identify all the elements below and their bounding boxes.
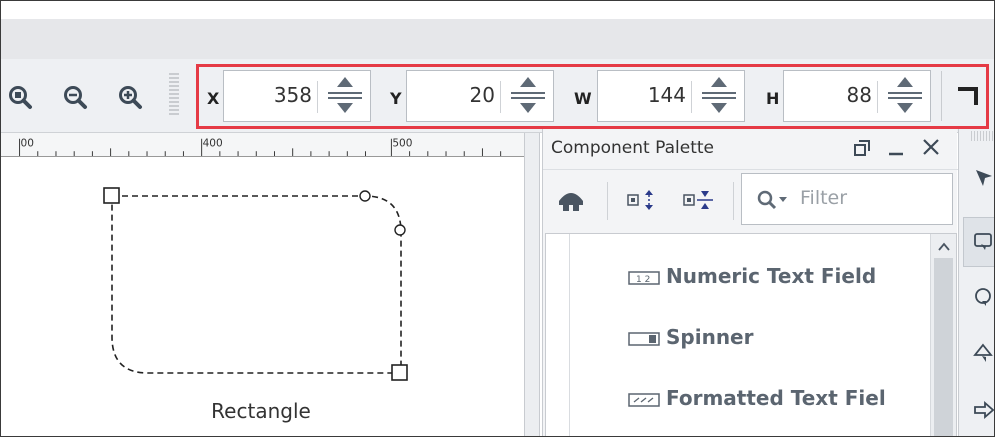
arrow-tool-icon[interactable] [973, 401, 995, 419]
list-item-label: Formatted Text Fiel [666, 386, 886, 410]
designer-window: X 358 Y 20 W 144 H 88 00 400 500 Rectang… [0, 0, 995, 437]
list-item-label: Numeric Text Field [666, 264, 877, 288]
formatted-text-field-icon [628, 393, 660, 407]
shape-caption: Rectangle [211, 399, 311, 423]
filter-placeholder: Filter [800, 187, 848, 209]
restore-icon[interactable] [853, 139, 871, 157]
zoom-fit-icon[interactable] [7, 84, 33, 110]
palette-header: Component Palette [543, 129, 958, 169]
svg-text:1 2: 1 2 [636, 275, 650, 285]
resize-handle-top-left[interactable] [103, 187, 120, 204]
panel-divider[interactable] [524, 133, 540, 436]
ellipse-tool-icon[interactable] [973, 287, 993, 307]
tool-strip [958, 129, 995, 436]
polygon-tool-icon[interactable] [973, 343, 993, 363]
corner-radius-handle[interactable] [359, 190, 371, 202]
close-icon[interactable] [921, 137, 941, 157]
component-list: 1 2 Numeric Text Field Spinner Formatted… [545, 233, 957, 436]
numeric-text-field-icon: 1 2 [628, 271, 660, 285]
minimize-icon[interactable] [887, 139, 905, 157]
spinner-icon [628, 332, 660, 346]
geometry-highlight [196, 64, 989, 129]
filter-input[interactable]: Filter [741, 173, 953, 225]
scroll-thumb[interactable] [934, 258, 953, 436]
list-item-label: Spinner [666, 325, 754, 349]
search-icon[interactable] [756, 189, 792, 211]
collapse-all-icon[interactable] [683, 188, 713, 212]
ruler-label: 400 [203, 137, 223, 149]
palette-mode-icon[interactable] [557, 187, 585, 213]
toolbar-grip[interactable] [169, 73, 179, 117]
resize-handle-bottom-right[interactable] [391, 364, 408, 381]
scroll-up-icon[interactable] [938, 242, 950, 252]
corner-radius-handle[interactable] [394, 224, 406, 236]
zoom-out-icon[interactable] [62, 84, 88, 110]
rectangle-shape[interactable] [101, 185, 413, 383]
component-palette: Component Palette Filter 1 2 Numeric Tex… [542, 129, 958, 436]
ruler-label: 500 [392, 137, 412, 149]
ruler-label: 00 [21, 137, 34, 149]
list-scrollbar[interactable] [930, 234, 956, 436]
title-bar [1, 1, 994, 59]
zoom-in-icon[interactable] [117, 84, 143, 110]
palette-title: Component Palette [551, 138, 714, 158]
pointer-icon[interactable] [973, 167, 995, 189]
rectangle-tool-icon[interactable] [973, 231, 993, 251]
horizontal-ruler: 00 400 500 [1, 133, 524, 157]
expand-all-icon[interactable] [627, 188, 657, 212]
